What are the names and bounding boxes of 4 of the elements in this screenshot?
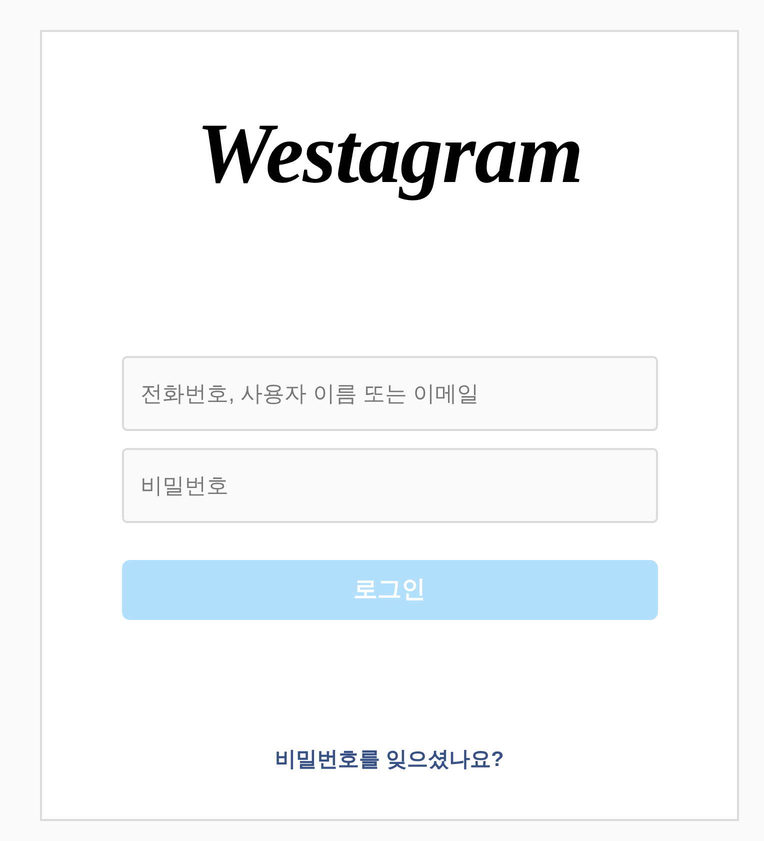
forgot-password-link[interactable]: 비밀번호를 잊으셨나요? xyxy=(275,744,504,775)
username-field[interactable]: 전화번호, 사용자 이름 또는 이메일 xyxy=(122,356,658,431)
logo: Westagram xyxy=(196,110,582,203)
password-field[interactable]: 비밀번호 xyxy=(122,448,658,523)
